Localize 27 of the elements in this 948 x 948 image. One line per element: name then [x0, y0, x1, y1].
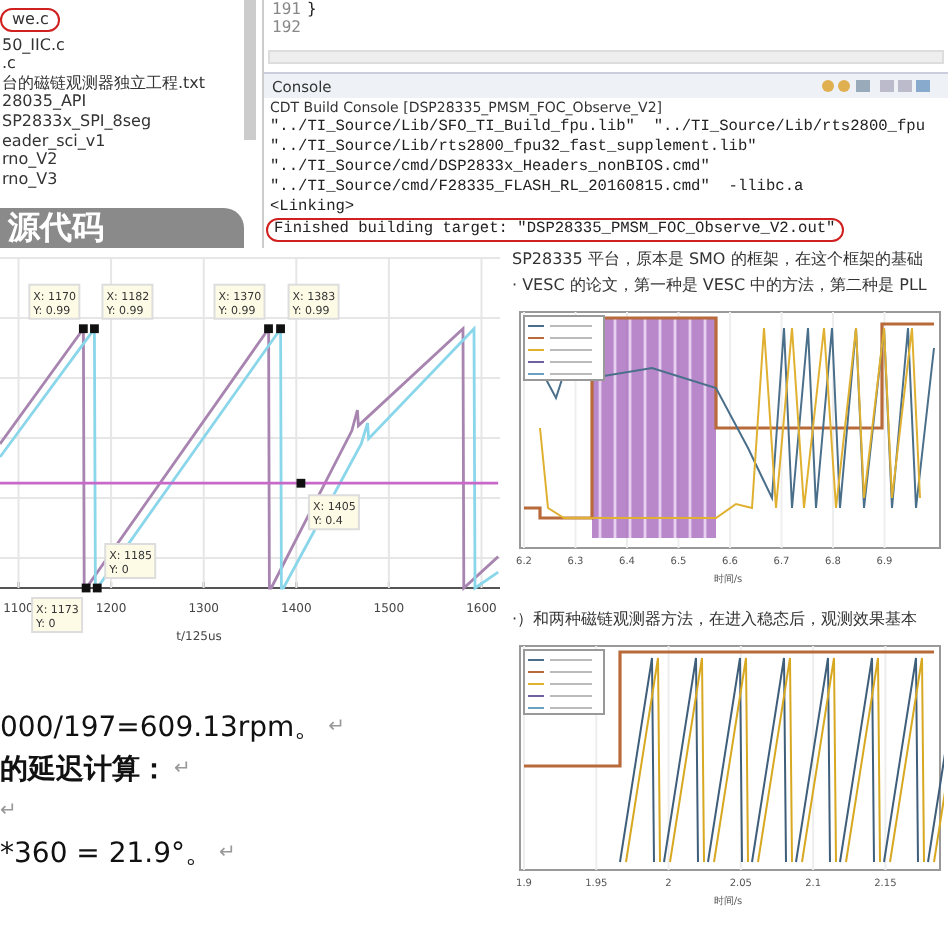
banner-title: 源代码 — [8, 210, 104, 246]
file-item[interactable]: 台的磁链观测器独立工程.txt — [0, 73, 206, 93]
paragraph: 000/197=609.13rpm。 — [0, 709, 323, 745]
file-item[interactable]: .c — [0, 54, 16, 74]
file-item[interactable]: eader_sci_v1 — [0, 131, 106, 151]
scrollbar[interactable] — [244, 0, 256, 140]
line-number: 191 — [272, 0, 301, 18]
paragraph-mark: ↵ — [328, 716, 346, 738]
code-line: } — [306, 0, 317, 18]
paragraph: · VESC 的论文，第一种是 VESC 中的方法，第二种是 PLL — [512, 274, 929, 296]
paragraph: SP28335 平台，原本是 SMO 的框架，在这个框架的基础 — [512, 248, 925, 270]
paragraph-mark: ↵ — [174, 758, 191, 780]
paragraph: *360 = 21.9°。 — [0, 835, 214, 871]
file-item[interactable]: SP2833x_SPI_8seg — [0, 111, 152, 132]
paragraph: 的延迟计算： — [0, 751, 168, 787]
file-item[interactable]: rno_V2 — [0, 150, 58, 170]
paragraph-mark: ↵ — [0, 800, 17, 822]
legend-drawing — [523, 649, 605, 715]
file-item[interactable]: we.c — [0, 8, 61, 32]
legend-drawing — [523, 315, 605, 381]
file-item[interactable]: 28035_API — [0, 92, 87, 112]
file-item[interactable]: rno_V3 — [0, 169, 58, 189]
file-item[interactable]: 50_IIC.c — [0, 35, 65, 55]
scrollbar[interactable] — [268, 50, 944, 64]
paragraph-mark: ↵ — [219, 842, 236, 864]
line-number: 192 — [272, 18, 301, 36]
paragraph: ·）和两种磁链观测器方法，在进入稳态后，观测效果基本 — [512, 608, 920, 630]
